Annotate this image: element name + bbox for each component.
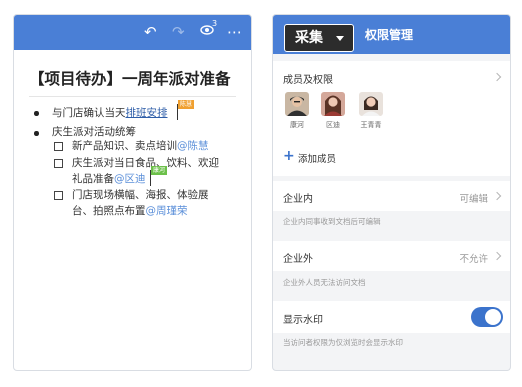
- caret-down-icon: [336, 36, 344, 41]
- internal-value: 可编辑: [459, 194, 488, 205]
- bullet-item[interactable]: 庆生派对活动统筹: [52, 126, 136, 139]
- members-section: 成员及权限 康河 区迪 王青青 + 添加成员: [273, 61, 510, 176]
- bullet-dot: [34, 111, 39, 116]
- todo-item-line2[interactable]: 礼品准备@区迪: [72, 173, 146, 186]
- redo-icon[interactable]: ↷: [172, 23, 185, 41]
- schedule-link[interactable]: 排班安排: [126, 107, 168, 119]
- todo-item[interactable]: 新产品知识、卖点培训@陈慧: [72, 140, 209, 153]
- mention[interactable]: @陈慧: [177, 140, 209, 152]
- avatar-name: 区迪: [326, 121, 340, 129]
- collect-button[interactable]: 采集: [284, 24, 354, 52]
- internal-permission-row[interactable]: 企业内 可编辑: [273, 181, 510, 211]
- todo-text: 台、拍照点布置: [72, 205, 146, 217]
- mention[interactable]: @周瑾荣: [146, 205, 188, 217]
- todo-checkbox[interactable]: [54, 159, 63, 168]
- collect-label: 采集: [295, 30, 323, 46]
- todo-item[interactable]: 门店现场横幅、海报、体验展: [72, 189, 209, 202]
- page-title: 权限管理: [365, 28, 414, 42]
- watermark-toggle[interactable]: [471, 307, 503, 327]
- todo-checkbox[interactable]: [54, 142, 63, 151]
- avatar[interactable]: [359, 92, 383, 116]
- avatar[interactable]: [321, 92, 345, 116]
- collaborator-tag: 康河: [151, 166, 168, 175]
- todo-text: 礼品准备: [72, 173, 114, 185]
- members-label[interactable]: 成员及权限: [283, 71, 333, 86]
- avatar[interactable]: [285, 92, 309, 116]
- todo-item[interactable]: 庆生派对当日食品、饮料、欢迎: [72, 157, 219, 170]
- mention[interactable]: @区迪: [114, 173, 146, 185]
- undo-icon[interactable]: ↶: [144, 23, 157, 41]
- internal-label: 企业内: [283, 194, 313, 205]
- screenshot-root: ↶ ↷ 3 ⋯ 【项目待办】一周年派对准备 与门店确认当天排班安排 陈慧 庆生派…: [0, 0, 522, 387]
- watermark-label: 显示水印: [283, 315, 323, 326]
- toggle-knob: [485, 309, 501, 325]
- chevron-right-icon[interactable]: [492, 72, 502, 82]
- external-label: 企业外: [283, 254, 313, 265]
- external-hint: 企业外人员无法访问文档: [283, 278, 366, 287]
- todo-item-line2[interactable]: 台、拍照点布置@周瑾荣: [72, 205, 188, 218]
- bullet-text: 与门店确认当天: [52, 107, 126, 119]
- editor-toolbar: ↶ ↷ 3 ⋯: [14, 15, 251, 50]
- avatar-name: 康河: [290, 121, 304, 129]
- more-icon[interactable]: ⋯: [227, 23, 243, 41]
- title-divider: [29, 96, 236, 97]
- bullet-item[interactable]: 与门店确认当天排班安排: [52, 107, 168, 120]
- todo-checkbox[interactable]: [54, 191, 63, 200]
- bullet-dot: [34, 131, 39, 136]
- document-editor-screen: ↶ ↷ 3 ⋯ 【项目待办】一周年派对准备 与门店确认当天排班安排 陈慧 庆生派…: [13, 14, 252, 371]
- external-permission-row[interactable]: 企业外 不允许: [273, 241, 510, 271]
- todo-text: 新产品知识、卖点培训: [72, 140, 177, 152]
- chevron-right-icon: [492, 191, 502, 201]
- chevron-right-icon: [492, 251, 502, 261]
- document-title[interactable]: 【项目待办】一周年派对准备: [29, 67, 231, 89]
- watermark-hint: 当访问者权限为仅浏览时会显示水印: [283, 338, 403, 347]
- add-member-button[interactable]: 添加成员: [298, 151, 336, 165]
- external-value: 不允许: [459, 254, 488, 265]
- avatar-name: 王青青: [360, 121, 382, 129]
- permission-settings-screen: 权限管理 成员及权限 康河 区迪 王青青 + 添加成员 企业内 可编辑 企业内同…: [272, 14, 511, 371]
- collaborator-tag: 陈慧: [178, 100, 195, 109]
- plus-icon[interactable]: +: [283, 149, 295, 163]
- viewer-count: 3: [212, 19, 218, 28]
- internal-hint: 企业内同事收到文档后可编辑: [283, 217, 381, 226]
